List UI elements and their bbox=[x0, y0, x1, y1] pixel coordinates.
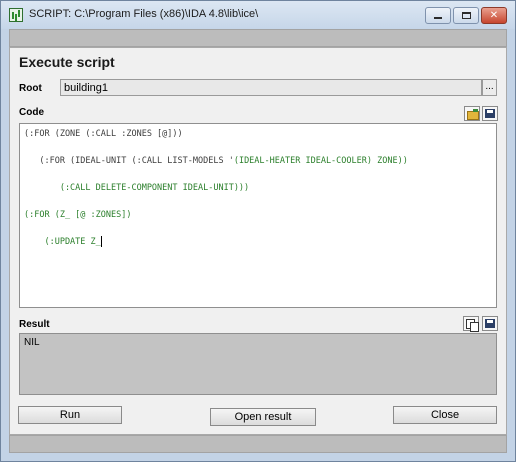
code-text: (:FOR (IDEAL-UNIT (:CALL LIST-MODELS ' bbox=[24, 156, 234, 166]
text-cursor bbox=[100, 236, 102, 247]
copy-icon[interactable] bbox=[463, 316, 479, 332]
result-label: Result bbox=[19, 319, 50, 330]
close-button[interactable]: Close bbox=[393, 406, 497, 424]
code-text: (:UPDATE Z_ bbox=[24, 237, 101, 247]
code-text: (:FOR (ZONE (:CALL :ZONES [@])) bbox=[24, 129, 183, 139]
browse-button[interactable]: ... bbox=[482, 79, 497, 96]
code-line: (:FOR (Z_ [@ :ZONES]) bbox=[24, 209, 492, 236]
result-output: NIL bbox=[19, 333, 497, 395]
open-result-button[interactable]: Open result bbox=[210, 408, 316, 426]
code-text: (:FOR (Z_ [@ :ZONES]) bbox=[24, 210, 132, 220]
status-bar bbox=[9, 435, 507, 453]
maximize-icon bbox=[462, 12, 471, 19]
root-input[interactable] bbox=[60, 79, 482, 96]
maximize-button[interactable] bbox=[453, 7, 479, 24]
window-controls: ✕ bbox=[425, 7, 507, 24]
close-icon: ✕ bbox=[489, 10, 499, 21]
dialog-body: Execute script Root ... Code (:FOR (ZONE… bbox=[9, 47, 507, 435]
code-text: (IDEAL-HEATER IDEAL-COOLER) ZONE)) bbox=[233, 156, 408, 166]
minimize-icon bbox=[434, 17, 442, 19]
code-line: (:FOR (IDEAL-UNIT (:CALL LIST-MODELS '(I… bbox=[24, 155, 492, 182]
save-icon[interactable] bbox=[482, 106, 498, 121]
app-chart-icon bbox=[9, 8, 23, 22]
code-label: Code bbox=[19, 107, 44, 118]
code-line: (:CALL DELETE-COMPONENT IDEAL-UNIT))) bbox=[24, 182, 492, 209]
save-result-icon[interactable] bbox=[482, 316, 498, 331]
minimize-button[interactable] bbox=[425, 7, 451, 24]
code-text: (:CALL DELETE-COMPONENT IDEAL-UNIT))) bbox=[24, 183, 250, 193]
run-button[interactable]: Run bbox=[18, 406, 122, 424]
window-title: SCRIPT: C:\Program Files (x86)\IDA 4.8\l… bbox=[29, 8, 259, 20]
code-line: (:FOR (ZONE (:CALL :ZONES [@])) bbox=[24, 128, 492, 155]
script-window: SCRIPT: C:\Program Files (x86)\IDA 4.8\l… bbox=[0, 0, 516, 462]
root-label: Root bbox=[19, 83, 42, 94]
toolbar-band bbox=[9, 29, 507, 47]
code-editor[interactable]: (:FOR (ZONE (:CALL :ZONES [@])) (:FOR (I… bbox=[19, 123, 497, 308]
close-window-button[interactable]: ✕ bbox=[481, 7, 507, 24]
page-title: Execute script bbox=[19, 54, 115, 70]
title-bar: SCRIPT: C:\Program Files (x86)\IDA 4.8\l… bbox=[1, 1, 515, 29]
code-line: (:UPDATE Z_ bbox=[24, 236, 492, 263]
open-folder-icon[interactable] bbox=[464, 106, 480, 121]
